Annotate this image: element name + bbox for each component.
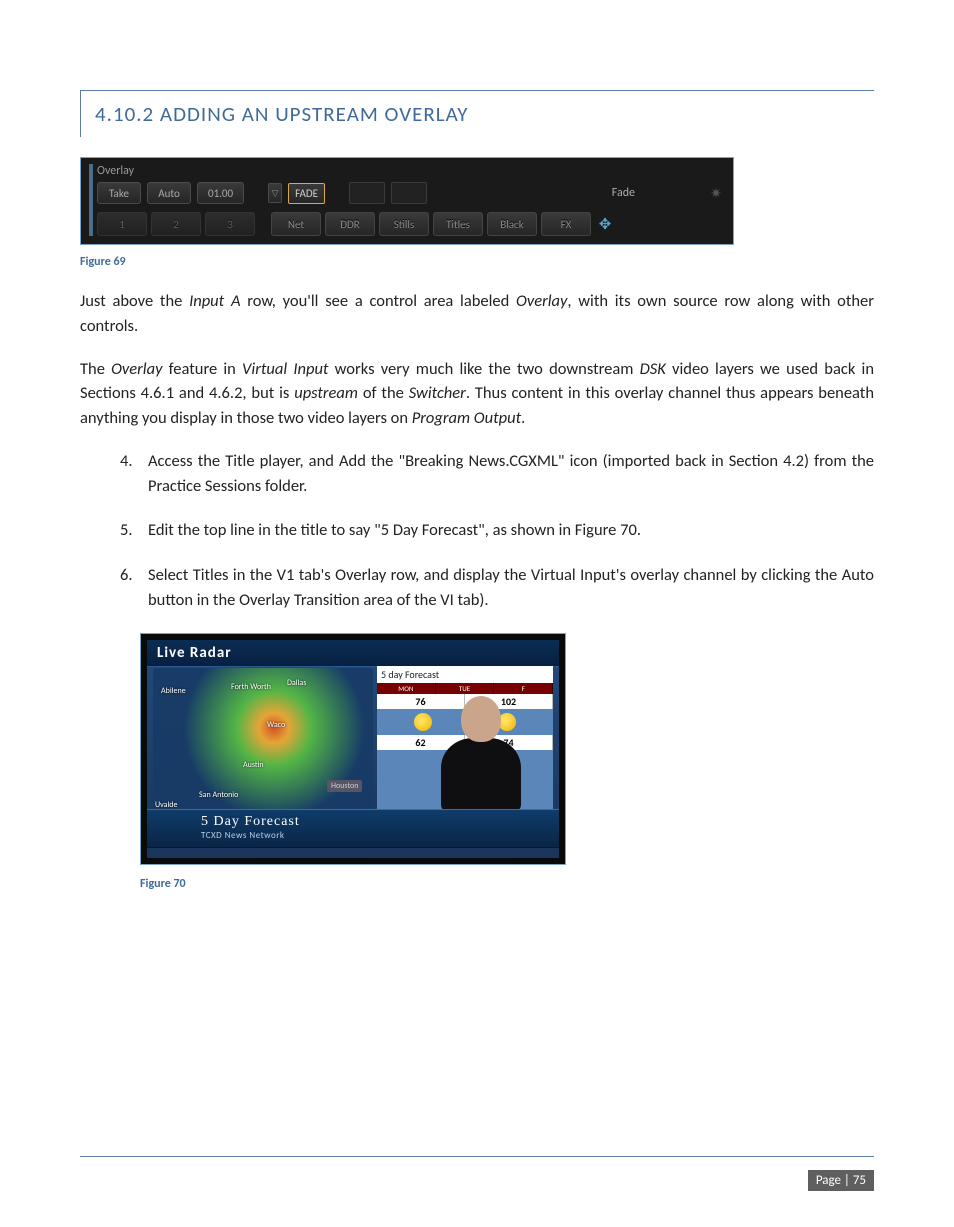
source-titles-button[interactable]: Titles [433, 212, 483, 236]
take-button[interactable]: Take [97, 182, 141, 204]
city-waco: Waco [267, 720, 285, 730]
overlay-panel-title: Overlay [97, 164, 725, 178]
transition-preview-thumb [391, 182, 427, 204]
city-austin: Austin [243, 760, 264, 770]
figure-70-caption: Figure 70 [140, 877, 874, 891]
presenter-figure [431, 696, 531, 816]
fade-label: Fade [612, 186, 635, 200]
transition-dropdown-icon[interactable]: ▽ [268, 183, 282, 203]
section-heading-container: 4.10.2 ADDING AN UPSTREAM OVERLAY [80, 90, 874, 137]
figure-69-overlay-ui: Overlay Take Auto 01.00 ▽ FADE Fade ✷ [80, 157, 734, 245]
step-5: 5. Edit the top line in the title to say… [120, 518, 874, 543]
lower-third-sub: TCXD News Network [201, 830, 543, 841]
forecast-day: MON [377, 683, 436, 694]
city-abilene: Abilene [161, 686, 186, 696]
source-1-button[interactable]: 1 [97, 212, 147, 236]
figure-70-wrapper: Live Radar Abilene Forth Worth Dallas Wa… [140, 633, 874, 865]
source-fx-button[interactable]: FX [541, 212, 591, 236]
live-radar-header: Live Radar [147, 640, 559, 667]
step-6: 6. Select Titles in the V1 tab's Overlay… [120, 563, 874, 613]
forecast-day: TUE [436, 683, 495, 694]
sun-icon [414, 713, 432, 731]
gear-icon[interactable]: ✷ [707, 184, 725, 202]
lower-third: 5 Day Forecast TCXD News Network [147, 809, 559, 848]
section-heading: 4.10.2 ADDING AN UPSTREAM OVERLAY [95, 101, 860, 127]
figure-69-caption: Figure 69 [80, 255, 874, 269]
source-ddr-button[interactable]: DDR [325, 212, 375, 236]
instruction-list: 4. Access the Title player, and Add the … [80, 449, 874, 613]
source-2-button[interactable]: 2 [151, 212, 201, 236]
step-4: 4. Access the Title player, and Add the … [120, 449, 874, 499]
transition-preview-thumb [349, 182, 385, 204]
source-stills-button[interactable]: Stills [379, 212, 429, 236]
source-net-button[interactable]: Net [271, 212, 321, 236]
source-black-button[interactable]: Black [487, 212, 537, 236]
paragraph-2: The Overlay feature in Virtual Input wor… [80, 357, 874, 431]
move-icon[interactable]: ✥ [595, 212, 615, 236]
figure-70-weather-preview: Live Radar Abilene Forth Worth Dallas Wa… [140, 633, 566, 865]
source-3-button[interactable]: 3 [205, 212, 255, 236]
city-houston: Houston [327, 780, 362, 792]
city-dallas: Dallas [287, 678, 306, 688]
footer-divider [80, 1156, 874, 1157]
lower-third-title: 5 Day Forecast [201, 814, 543, 830]
fade-transition-button[interactable]: FADE [288, 183, 325, 204]
page-number-badge: Page | 75 [808, 1170, 874, 1191]
forecast-title: 5 day Forecast [377, 666, 553, 683]
time-field[interactable]: 01.00 [197, 182, 244, 204]
forecast-day: F [494, 683, 553, 694]
city-sanantonio: San Antonio [199, 790, 238, 800]
auto-button[interactable]: Auto [147, 182, 191, 204]
city-fortworth: Forth Worth [231, 682, 271, 692]
paragraph-1: Just above the Input A row, you'll see a… [80, 289, 874, 339]
